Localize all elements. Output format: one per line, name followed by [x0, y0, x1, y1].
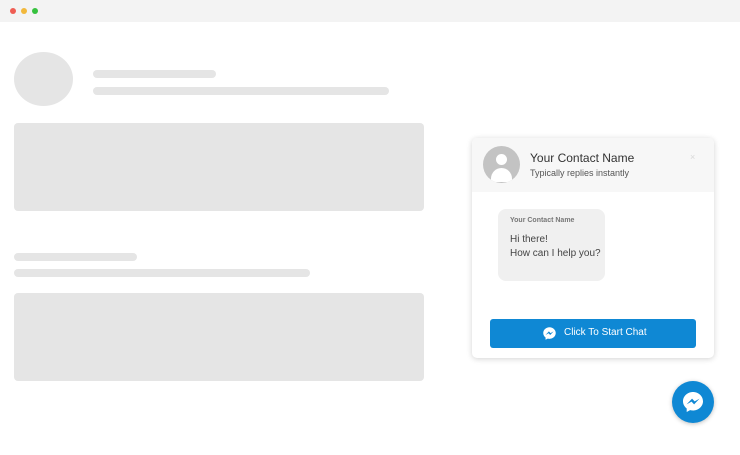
placeholder-heading-line: [14, 253, 137, 261]
message-line: How can I help you?: [510, 248, 601, 259]
close-icon[interactable]: ×: [690, 152, 695, 162]
message-bubble: Your Contact Name Hi there! How can I he…: [498, 209, 605, 281]
placeholder-content-block: [14, 123, 424, 211]
message-sender: Your Contact Name: [510, 217, 575, 224]
message-line: Hi there!: [510, 234, 548, 245]
contact-status: Typically replies instantly: [530, 168, 630, 178]
messenger-icon: [543, 327, 556, 340]
placeholder-content-block: [14, 293, 424, 381]
contact-name: Your Contact Name: [530, 151, 635, 165]
placeholder-title-line: [93, 70, 216, 78]
messenger-icon: [683, 392, 703, 412]
placeholder-subtitle-line: [93, 87, 389, 95]
messenger-launcher-button[interactable]: [672, 381, 714, 423]
placeholder-avatar: [14, 52, 73, 106]
chat-widget-header: Your Contact Name Typically replies inst…: [472, 138, 714, 192]
window-minimize-dot[interactable]: [21, 8, 27, 14]
chat-widget: Your Contact Name Typically replies inst…: [472, 138, 714, 358]
person-icon: [483, 146, 520, 183]
start-chat-button[interactable]: Click To Start Chat: [490, 319, 696, 348]
start-chat-button-label: Click To Start Chat: [564, 327, 647, 338]
browser-titlebar: [0, 0, 740, 22]
window-close-dot[interactable]: [10, 8, 16, 14]
window-maximize-dot[interactable]: [32, 8, 38, 14]
placeholder-text-line: [14, 269, 310, 277]
